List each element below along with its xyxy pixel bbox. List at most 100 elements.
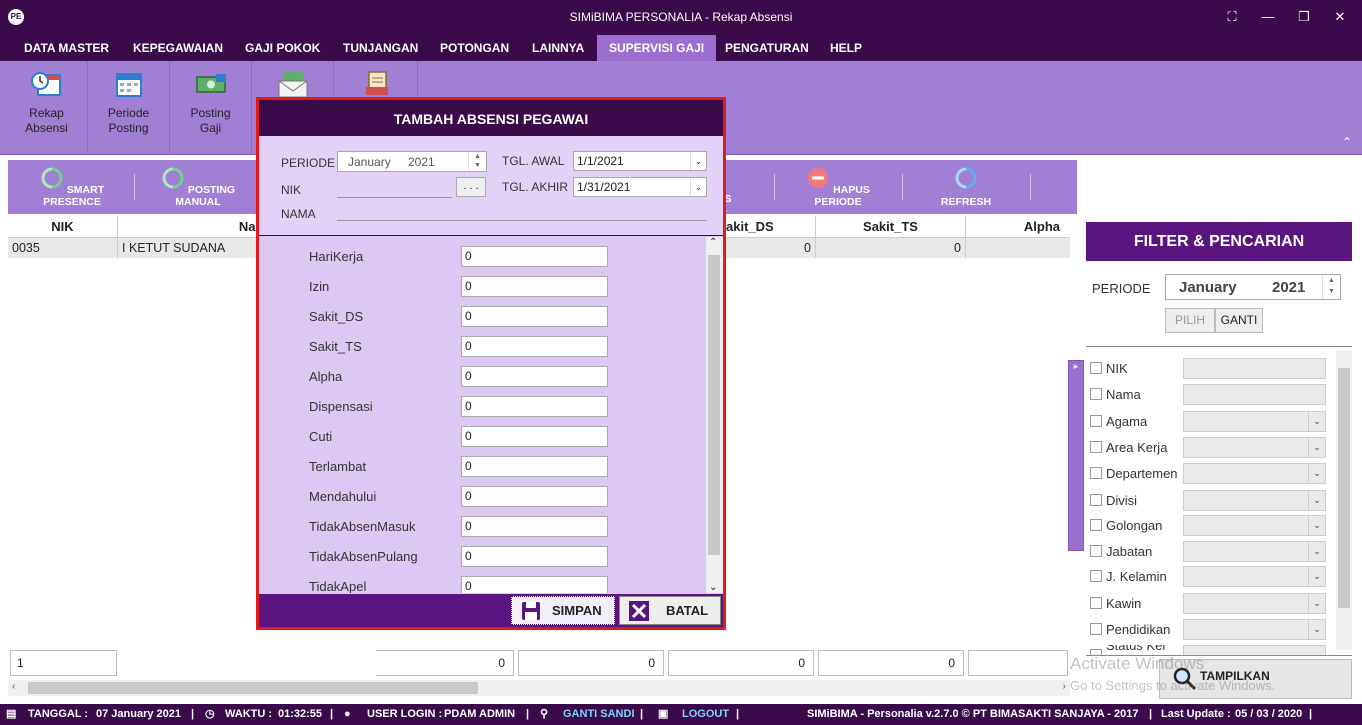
- filter-item-j-kelamin[interactable]: J. Kelamin ⌄: [1090, 566, 1330, 588]
- menu-lainnya[interactable]: LAINNYA: [520, 35, 596, 61]
- checkbox[interactable]: [1090, 623, 1102, 635]
- filter-periode-spinner[interactable]: January 2021 ▲ ▼: [1165, 274, 1341, 300]
- hapus-periode-button[interactable]: HAPUS PERIODE: [788, 160, 888, 214]
- field-input[interactable]: 0: [461, 276, 608, 297]
- horizontal-scrollbar[interactable]: ‹ ›: [8, 680, 1070, 696]
- filter-field[interactable]: [1183, 384, 1326, 405]
- scroll-right-icon[interactable]: ›: [1063, 681, 1066, 692]
- menu-supervisi-gaji[interactable]: SUPERVISI GAJI: [597, 35, 717, 61]
- fullscreen-icon[interactable]: ⛶: [1222, 8, 1242, 26]
- checkbox[interactable]: [1090, 388, 1102, 400]
- filter-dropdown[interactable]: ⌄: [1183, 411, 1326, 432]
- checkbox[interactable]: [1090, 597, 1102, 609]
- filter-item-nik[interactable]: NIK: [1090, 358, 1330, 380]
- chevron-down-icon[interactable]: ⌄: [1308, 491, 1325, 510]
- column-header-sakit-ds[interactable]: akit_DS: [716, 216, 816, 238]
- dialog-vertical-scrollbar[interactable]: ⌃ ⌄: [706, 237, 723, 593]
- chevron-down-icon[interactable]: ⌄: [1308, 516, 1325, 535]
- scrollbar-thumb[interactable]: [28, 682, 478, 694]
- chevron-down-icon[interactable]: ⌄: [1308, 620, 1325, 639]
- field-input[interactable]: 0: [461, 366, 608, 387]
- filter-vertical-scrollbar[interactable]: [1336, 350, 1352, 650]
- tgl-awal-datepicker[interactable]: 1/1/2021 ⌄: [573, 151, 707, 171]
- column-header-nik[interactable]: NIK: [8, 216, 118, 238]
- filter-item-nama[interactable]: Nama: [1090, 384, 1330, 406]
- filter-dropdown[interactable]: ⌄: [1183, 490, 1326, 511]
- nik-browse-button[interactable]: . . .: [456, 177, 486, 197]
- ribbon-posting-gaji-button[interactable]: Posting Gaji: [170, 61, 252, 155]
- filter-item-jabatan[interactable]: Jabatan ⌄: [1090, 541, 1330, 563]
- field-input[interactable]: 0: [461, 306, 608, 327]
- checkbox[interactable]: [1090, 467, 1102, 479]
- ganti-sandi-link[interactable]: GANTI SANDI: [563, 704, 635, 725]
- column-header-alpha[interactable]: Alpha: [966, 216, 1070, 238]
- checkbox[interactable]: [1090, 415, 1102, 427]
- filter-item-divisi[interactable]: Divisi ⌄: [1090, 490, 1330, 512]
- scrollbar-thumb[interactable]: [708, 255, 720, 555]
- spinner-arrows-icon[interactable]: ▲ ▼: [1322, 275, 1340, 299]
- scrollbar-thumb[interactable]: [1338, 368, 1350, 608]
- field-input[interactable]: 0: [461, 426, 608, 447]
- tgl-akhir-datepicker[interactable]: 1/31/2021 ⌄: [573, 177, 707, 197]
- scroll-up-icon[interactable]: ⌃: [709, 237, 717, 248]
- minimize-icon[interactable]: —: [1258, 8, 1278, 26]
- filter-item-kawin[interactable]: Kawin ⌄: [1090, 593, 1330, 615]
- checkbox[interactable]: [1090, 494, 1102, 506]
- menu-pengaturan[interactable]: PENGATURAN: [713, 35, 821, 61]
- filter-item-pendidikan[interactable]: Pendidikan ⌄: [1090, 619, 1330, 641]
- logout-link[interactable]: LOGOUT: [682, 704, 729, 725]
- menu-gaji-pokok[interactable]: GAJI POKOK: [233, 35, 332, 61]
- menu-tunjangan[interactable]: TUNJANGAN: [331, 35, 430, 61]
- posting-manual-button[interactable]: POSTING MANUAL: [146, 160, 250, 214]
- spinner-arrows-icon[interactable]: ▲ ▼: [468, 152, 486, 171]
- checkbox[interactable]: [1090, 362, 1102, 374]
- nama-input[interactable]: [337, 203, 707, 221]
- checkbox[interactable]: [1090, 441, 1102, 453]
- menu-data-master[interactable]: DATA MASTER: [12, 35, 121, 61]
- collapse-filter-handle[interactable]: ▸: [1068, 360, 1084, 551]
- field-input[interactable]: 0: [461, 336, 608, 357]
- pilih-button[interactable]: PILIH: [1165, 308, 1215, 333]
- ribbon-periode-posting-button[interactable]: Periode Posting: [88, 61, 170, 155]
- filter-dropdown[interactable]: ⌄: [1183, 566, 1326, 587]
- simpan-button[interactable]: SIMPAN: [511, 596, 615, 625]
- filter-dropdown[interactable]: [1183, 645, 1326, 655]
- periode-spinner[interactable]: January 2021 ▲ ▼: [337, 151, 487, 172]
- chevron-up-icon[interactable]: ⌃: [1342, 135, 1352, 149]
- field-input[interactable]: 0: [461, 396, 608, 417]
- filter-item-area-kerja[interactable]: Area Kerja ⌄: [1090, 437, 1330, 459]
- menu-help[interactable]: HELP: [818, 35, 874, 61]
- filter-dropdown[interactable]: ⌄: [1183, 437, 1326, 458]
- restore-icon[interactable]: ❐: [1294, 8, 1314, 26]
- filter-item-departemen[interactable]: Departemen ⌄: [1090, 463, 1330, 485]
- filter-field[interactable]: [1183, 358, 1326, 379]
- chevron-down-icon[interactable]: ⌄: [1308, 438, 1325, 457]
- ribbon-rekap-absensi-button[interactable]: Rekap Absensi: [6, 61, 88, 155]
- filter-dropdown[interactable]: ⌄: [1183, 619, 1326, 640]
- field-input[interactable]: 0: [461, 576, 608, 593]
- batal-button[interactable]: BATAL: [619, 596, 721, 625]
- chevron-down-icon[interactable]: ⌄: [1308, 412, 1325, 431]
- filter-dropdown[interactable]: ⌄: [1183, 593, 1326, 614]
- scroll-down-icon[interactable]: ⌄: [709, 582, 717, 593]
- chevron-down-icon[interactable]: ⌄: [1308, 594, 1325, 613]
- filter-dropdown[interactable]: ⌄: [1183, 515, 1326, 536]
- close-icon[interactable]: ✕: [1330, 8, 1350, 26]
- filter-dropdown[interactable]: ⌄: [1183, 541, 1326, 562]
- refresh-button[interactable]: REFRESH: [936, 160, 996, 214]
- nik-input[interactable]: [337, 178, 452, 198]
- filter-item-agama[interactable]: Agama ⌄: [1090, 411, 1330, 433]
- chevron-down-icon[interactable]: ⌄: [1308, 542, 1325, 561]
- chevron-down-icon[interactable]: ⌄: [690, 178, 706, 196]
- checkbox[interactable]: [1090, 545, 1102, 557]
- field-input[interactable]: 0: [461, 546, 608, 567]
- scroll-left-icon[interactable]: ‹: [12, 681, 15, 692]
- ganti-button[interactable]: GANTI: [1215, 308, 1263, 333]
- checkbox[interactable]: [1090, 570, 1102, 582]
- chevron-down-icon[interactable]: ⌄: [1308, 464, 1325, 483]
- smart-presence-button[interactable]: SMART PRESENCE: [22, 160, 122, 214]
- field-input[interactable]: 0: [461, 516, 608, 537]
- field-input[interactable]: 0: [461, 456, 608, 477]
- menu-kepegawaian[interactable]: KEPEGAWAIAN: [121, 35, 235, 61]
- field-input[interactable]: 0: [461, 246, 608, 267]
